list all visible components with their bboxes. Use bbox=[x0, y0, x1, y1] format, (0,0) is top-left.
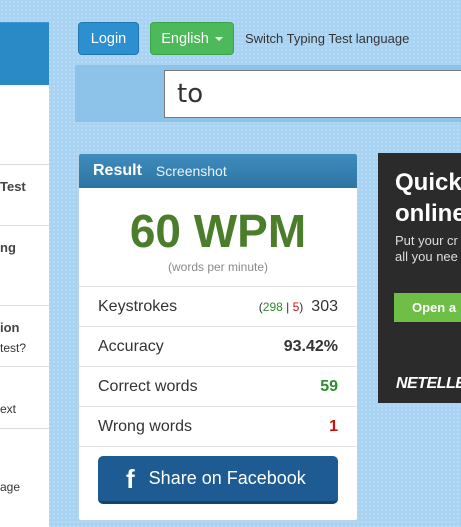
ad-open-button[interactable]: Open a bbox=[394, 293, 461, 322]
wrong-words-row: Wrong words 1 bbox=[79, 407, 357, 447]
correct-words-row: Correct words 59 bbox=[79, 367, 357, 407]
sidebar-item-2[interactable]: ng bbox=[0, 225, 49, 306]
advertisement[interactable]: Quick online Put your cr all you nee Ope… bbox=[378, 153, 461, 403]
correct-words-value: 59 bbox=[320, 377, 338, 395]
correct-words-label: Correct words bbox=[98, 377, 198, 395]
share-facebook-button[interactable]: f Share on Facebook bbox=[98, 456, 338, 504]
keystrokes-label: Keystrokes bbox=[98, 297, 178, 315]
accuracy-row: Accuracy 93.42% bbox=[79, 327, 357, 367]
language-dropdown-button[interactable]: English bbox=[150, 22, 234, 55]
ad-headline-line2: online bbox=[395, 200, 461, 227]
sidebar-item-3[interactable]: ion test? bbox=[0, 305, 49, 367]
login-button[interactable]: Login bbox=[78, 22, 139, 55]
screenshot-link[interactable]: Screenshot bbox=[156, 163, 227, 179]
sidebar-item-label: ion bbox=[0, 320, 20, 335]
ad-logo: NETELLE bbox=[396, 375, 461, 392]
sidebar-header bbox=[0, 22, 49, 85]
keystrokes-breakdown: (298 | 5) bbox=[259, 300, 304, 314]
accuracy-label: Accuracy bbox=[98, 337, 164, 355]
close-paren: ) bbox=[299, 299, 304, 314]
ad-headline: Quick online bbox=[395, 167, 461, 229]
sidebar-item-sublabel: test? bbox=[0, 341, 27, 355]
sidebar-item-label: ng bbox=[0, 240, 16, 255]
result-title: Result bbox=[93, 162, 142, 179]
language-hint: Switch Typing Test language bbox=[245, 31, 410, 46]
ad-headline-line1: Quick bbox=[395, 169, 461, 196]
keystrokes-total: 303 bbox=[311, 297, 338, 315]
facebook-icon: f bbox=[126, 463, 135, 494]
sidebar-item-1[interactable]: Test bbox=[0, 164, 49, 226]
result-header: Result Screenshot bbox=[79, 154, 357, 188]
wpm-area: 60 WPM (words per minute) bbox=[79, 188, 357, 287]
ad-body-line2: all you nee bbox=[395, 249, 458, 264]
left-sidebar: Test ng ion test? ext age bbox=[0, 22, 49, 527]
ad-body-line1: Put your cr bbox=[395, 233, 458, 248]
sidebar-item-label: Test bbox=[0, 179, 26, 194]
sidebar-item-5[interactable]: age bbox=[0, 428, 49, 527]
language-label: English bbox=[161, 30, 209, 47]
keystrokes-separator: | bbox=[286, 299, 290, 314]
sidebar-item-4[interactable]: ext bbox=[0, 366, 49, 429]
sidebar-item-sublabel: ext bbox=[0, 402, 17, 416]
keystrokes-row: Keystrokes (298 | 5) 303 bbox=[79, 287, 357, 327]
keystrokes-correct: 298 bbox=[262, 299, 283, 314]
sidebar-item-sublabel: age bbox=[0, 480, 21, 494]
login-label: Login bbox=[90, 30, 127, 47]
share-label: Share on Facebook bbox=[148, 468, 306, 488]
wpm-caption: (words per minute) bbox=[167, 260, 269, 274]
wrong-words-label: Wrong words bbox=[98, 417, 192, 435]
wpm-value: 60 WPM bbox=[129, 205, 307, 257]
current-word-display[interactable]: to bbox=[164, 70, 461, 118]
wrong-words-value: 1 bbox=[329, 417, 338, 435]
result-card: Result Screenshot 60 WPM (words per minu… bbox=[78, 153, 358, 521]
caret-down-icon bbox=[214, 36, 223, 41]
keystrokes-values: (298 | 5) 303 bbox=[259, 298, 338, 316]
accuracy-value: 93.42% bbox=[283, 337, 338, 355]
ad-body: Put your cr all you nee bbox=[395, 233, 458, 265]
